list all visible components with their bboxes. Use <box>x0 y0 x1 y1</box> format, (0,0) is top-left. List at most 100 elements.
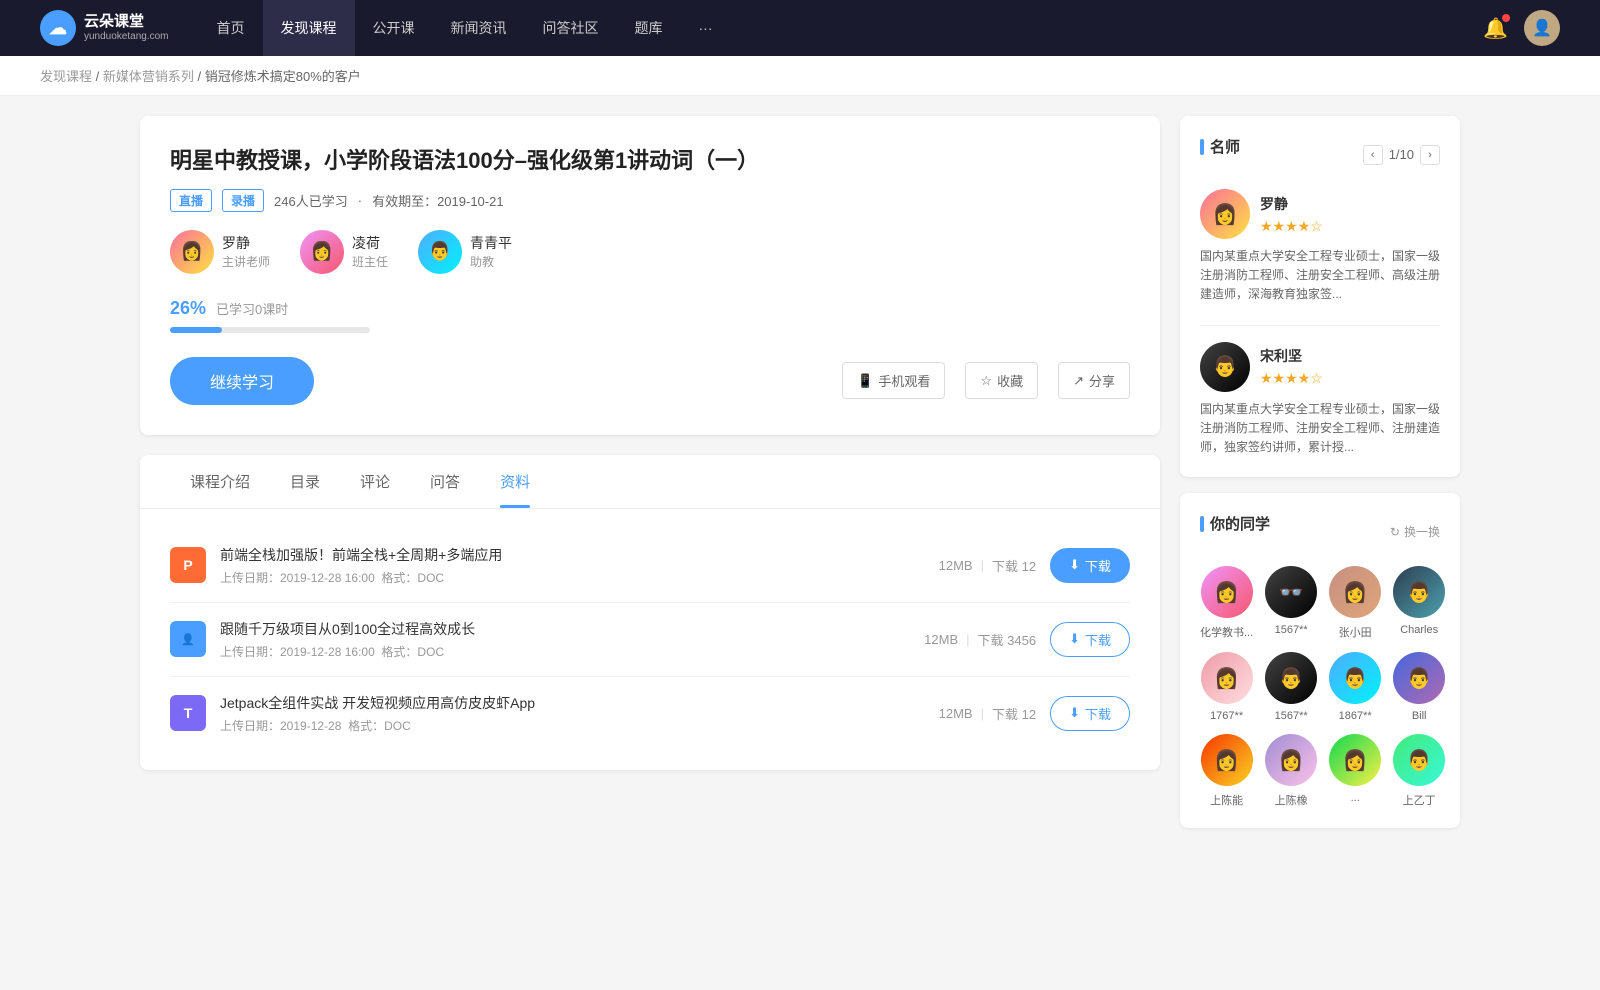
nav-discover[interactable]: 发现课程 <box>263 0 355 56</box>
sidebar-teacher-avatar-0: 👩 <box>1200 189 1250 239</box>
download-label-0: 下载 <box>1085 556 1111 575</box>
file-meta-1: 上传日期：2019-12-28 16:00 格式：DOC <box>220 643 910 660</box>
teacher-name-2: 青青平 <box>470 233 512 253</box>
sidebar-teacher-stars-1: ★★★★☆ <box>1260 370 1323 387</box>
refresh-button[interactable]: ↻ 换一换 <box>1390 523 1440 540</box>
share-button[interactable]: ↗ 分享 <box>1058 362 1130 399</box>
teacher-avatar-2: 👨 <box>418 230 462 274</box>
teachers-list: 👩 罗静 主讲老师 👩 凌荷 班主任 👨 青青平 <box>170 230 1130 274</box>
sidebar-teacher-avatar-1: 👨 <box>1200 342 1250 392</box>
navbar: ☁ 云朵课堂 yunduoketang.com 首页 发现课程 公开课 新闻资讯… <box>0 0 1600 56</box>
file-meta-2: 上传日期：2019-12-28 格式：DOC <box>220 717 925 734</box>
tab-intro[interactable]: 课程介绍 <box>170 455 270 508</box>
file-info-2: Jetpack全组件实战 开发短视频应用高仿皮皮虾App 上传日期：2019-1… <box>220 693 925 734</box>
main-container: 明星中教授课，小学阶段语法100分–强化级第1讲动词（一） 直播 录播 246人… <box>100 116 1500 828</box>
student-10: 👩 ... <box>1329 734 1381 808</box>
student-avatar-6: 👨 <box>1329 652 1381 704</box>
students-grid: 👩 化学教书... 👓 1567** 👩 张小田 👨 Charles 👩 <box>1200 566 1440 808</box>
separator-2: | <box>981 706 984 721</box>
progress-section: 26% 已学习0课时 <box>170 298 1130 333</box>
student-avatar-4: 👩 <box>1201 652 1253 704</box>
sidebar-teacher-name-0: 罗静 <box>1260 194 1323 214</box>
file-stats-0: 12MB | 下载 12 <box>939 556 1036 575</box>
student-9: 👩 上陈橡 <box>1265 734 1317 808</box>
student-name-0: 化学教书... <box>1200 624 1253 640</box>
prev-page-button[interactable]: ‹ <box>1363 145 1383 165</box>
notification-dot <box>1502 14 1510 22</box>
student-name-3: Charles <box>1400 624 1438 636</box>
sidebar-teacher-header-0: 👩 罗静 ★★★★☆ <box>1200 189 1440 239</box>
breadcrumb-link-series[interactable]: 新媒体营销系列 <box>103 69 194 84</box>
file-info-0: 前端全栈加强版！前端全栈+全周期+多端应用 上传日期：2019-12-28 16… <box>220 545 925 586</box>
student-name-9: 上陈橡 <box>1275 792 1308 808</box>
action-buttons: 📱 手机观看 ☆ 收藏 ↗ 分享 <box>842 362 1130 399</box>
collect-button[interactable]: ☆ 收藏 <box>965 362 1038 399</box>
breadcrumb-link-discover[interactable]: 发现课程 <box>40 69 92 84</box>
meta-dot: · <box>358 193 362 208</box>
student-name-10: ... <box>1351 792 1360 804</box>
badge-recorded: 录播 <box>222 189 264 212</box>
sidebar-teacher-info-0: 罗静 ★★★★☆ <box>1260 194 1323 235</box>
tab-content: P 前端全栈加强版！前端全栈+全周期+多端应用 上传日期：2019-12-28 … <box>140 509 1160 770</box>
teacher-avatar-0: 👩 <box>170 230 214 274</box>
separator-0: | <box>981 558 984 573</box>
teacher-info-2: 青青平 助教 <box>470 233 512 270</box>
bell-icon[interactable]: 🔔 <box>1483 16 1508 41</box>
sidebar-teacher-1: 👨 宋利坚 ★★★★☆ 国内某重点大学安全工程专业硕士，国家一级注册消防工程师、… <box>1200 342 1440 458</box>
file-icon-2: T <box>170 695 206 731</box>
download-button-2[interactable]: ⬇ 下载 <box>1050 696 1130 731</box>
teachers-sidebar-header: 名师 ‹ 1/10 › <box>1200 136 1440 173</box>
nav-public[interactable]: 公开课 <box>355 0 433 56</box>
download-icon-2: ⬇ <box>1069 705 1080 721</box>
next-page-button[interactable]: › <box>1420 145 1440 165</box>
nav-qa[interactable]: 问答社区 <box>525 0 617 56</box>
file-size-1: 12MB <box>924 632 958 647</box>
tab-review[interactable]: 评论 <box>340 455 410 508</box>
student-6: 👨 1867** <box>1329 652 1381 722</box>
file-info-1: 跟随千万级项目从0到100全过程高效成长 上传日期：2019-12-28 16:… <box>220 619 910 660</box>
course-meta: 直播 录播 246人已学习 · 有效期至：2019-10-21 <box>170 189 1130 212</box>
refresh-label: 换一换 <box>1404 523 1440 540</box>
pagination-nav: ‹ 1/10 › <box>1363 145 1440 165</box>
file-icon-1: 👤 <box>170 621 206 657</box>
download-button-0[interactable]: ⬇ 下载 <box>1050 548 1130 583</box>
tab-qa[interactable]: 问答 <box>410 455 480 508</box>
teachers-sidebar-title: 名师 <box>1200 136 1240 157</box>
teacher-info-1: 凌荷 班主任 <box>352 233 388 270</box>
nav-more[interactable]: ··· <box>681 0 731 56</box>
progress-percent: 26% <box>170 298 206 319</box>
students-sidebar-card: 你的同学 ↻ 换一换 👩 化学教书... 👓 1567** 👩 <box>1180 493 1460 828</box>
badge-live: 直播 <box>170 189 212 212</box>
teacher-role-1: 班主任 <box>352 253 388 270</box>
nav-home[interactable]: 首页 <box>199 0 263 56</box>
student-11: 👨 上乙丁 <box>1393 734 1445 808</box>
nav-quiz[interactable]: 题库 <box>617 0 681 56</box>
download-icon-0: ⬇ <box>1069 557 1080 573</box>
sidebar-teacher-name-1: 宋利坚 <box>1260 346 1323 366</box>
nav-news[interactable]: 新闻资讯 <box>433 0 525 56</box>
file-size-2: 12MB <box>939 706 973 721</box>
student-4: 👩 1767** <box>1200 652 1253 722</box>
nav-right: 🔔 👤 <box>1483 10 1560 46</box>
continue-button[interactable]: 继续学习 <box>170 357 314 405</box>
teacher-info-0: 罗静 主讲老师 <box>222 233 270 270</box>
user-avatar-nav[interactable]: 👤 <box>1524 10 1560 46</box>
file-size-0: 12MB <box>939 558 973 573</box>
student-name-4: 1767** <box>1210 710 1243 722</box>
student-name-5: 1567** <box>1275 710 1308 722</box>
tabs-card: 课程介绍 目录 评论 问答 资料 P 前端全栈加强版！前端全栈+全周期+多端应用… <box>140 455 1160 770</box>
students-sidebar-title: 你的同学 <box>1200 513 1270 534</box>
breadcrumb-separator-1: / <box>96 69 103 84</box>
nav-items: 首页 发现课程 公开课 新闻资讯 问答社区 题库 ··· <box>199 0 1484 56</box>
tab-catalog[interactable]: 目录 <box>270 455 340 508</box>
download-button-1[interactable]: ⬇ 下载 <box>1050 622 1130 657</box>
student-name-6: 1867** <box>1339 710 1372 722</box>
student-avatar-3: 👨 <box>1393 566 1445 618</box>
logo[interactable]: ☁ 云朵课堂 yunduoketang.com <box>40 10 169 46</box>
progress-bar-fill <box>170 327 222 333</box>
file-meta-0: 上传日期：2019-12-28 16:00 格式：DOC <box>220 569 925 586</box>
mobile-icon: 📱 <box>857 373 873 389</box>
tab-materials[interactable]: 资料 <box>480 455 550 508</box>
teacher-avatar-1: 👩 <box>300 230 344 274</box>
mobile-watch-button[interactable]: 📱 手机观看 <box>842 362 945 399</box>
